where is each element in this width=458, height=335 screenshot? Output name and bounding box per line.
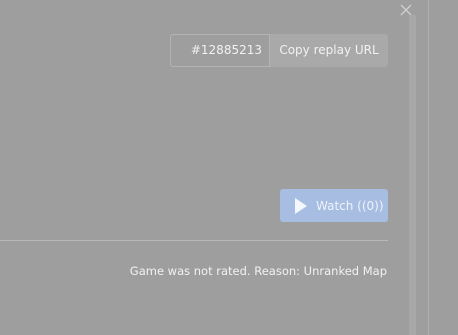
copy-replay-url-button[interactable]: Copy replay URL xyxy=(270,34,388,67)
watch-button-label: Watch ((0)) xyxy=(316,198,384,213)
scrollbar[interactable] xyxy=(409,15,416,335)
replay-id-field[interactable]: #12885213 xyxy=(170,34,270,67)
rating-status-text: Game was not rated. Reason: Unranked Map xyxy=(129,264,387,278)
watch-button[interactable]: Watch ((0)) xyxy=(280,189,388,222)
section-divider xyxy=(0,240,388,241)
panel-divider xyxy=(428,0,429,335)
play-icon xyxy=(295,197,307,214)
